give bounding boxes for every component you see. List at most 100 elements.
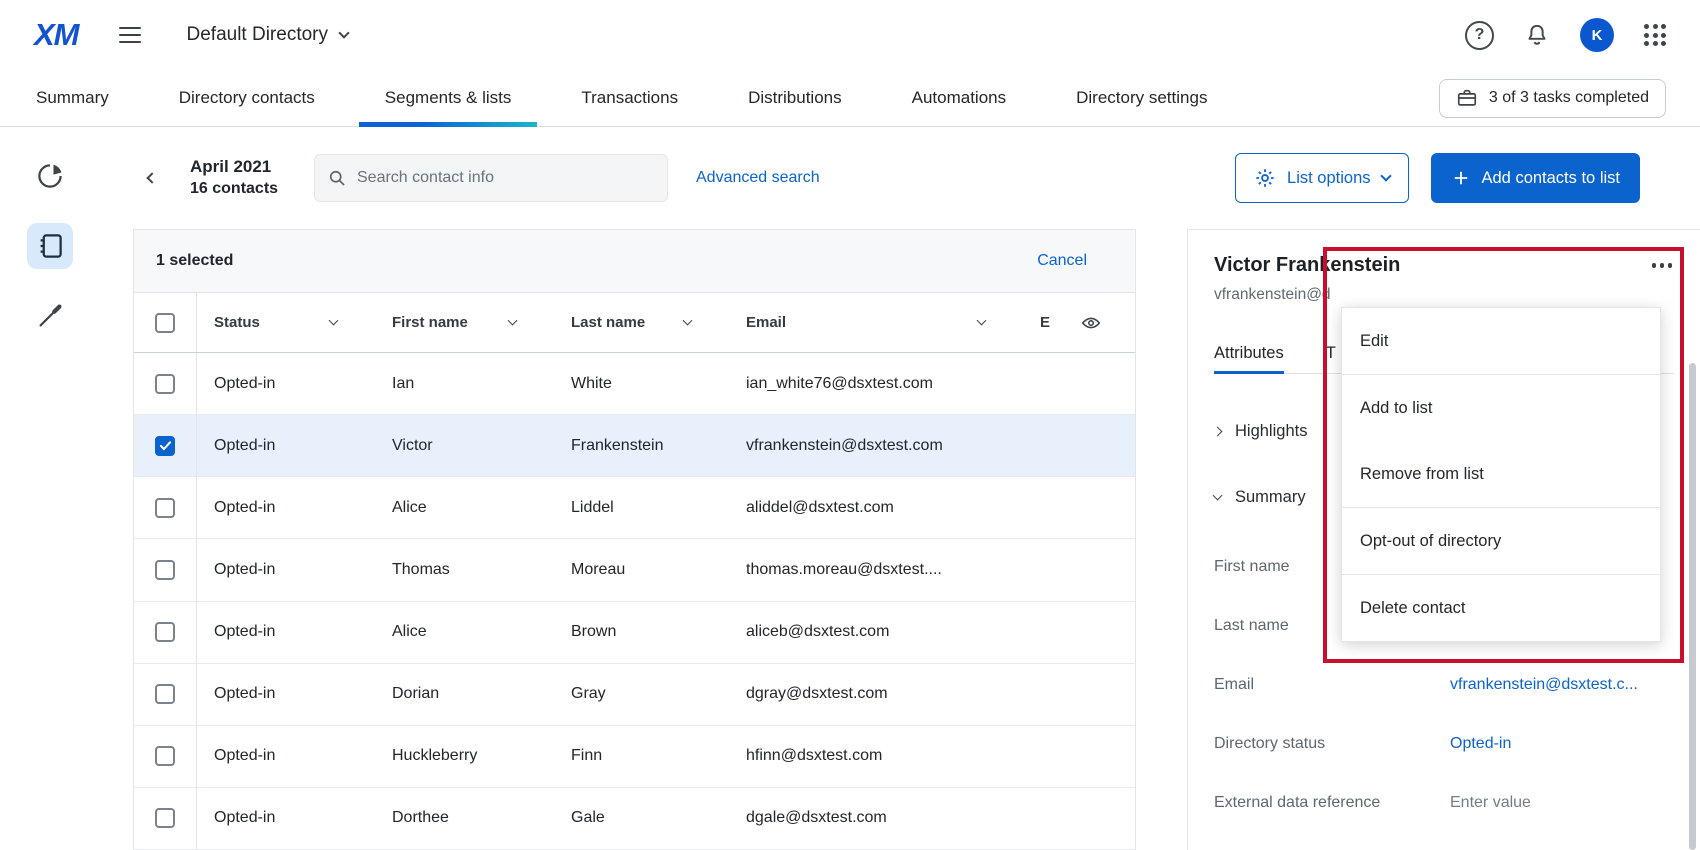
cell-email: aliddel@dsxtest.com [729, 499, 1023, 517]
field-value-placeholder[interactable]: Enter value [1450, 794, 1531, 812]
chevron-down-icon [1380, 170, 1391, 181]
xm-logo[interactable]: XM [34, 17, 79, 53]
back-chevron-icon[interactable] [140, 174, 164, 182]
row-checkbox-checked[interactable] [155, 436, 175, 456]
selected-count: 1 selected [156, 252, 233, 270]
cell-first-name: Thomas [375, 561, 554, 579]
top-app-bar: XM Default Directory ? K [0, 0, 1700, 70]
contact-email: vfrankenstein@d [1214, 286, 1674, 304]
tab-automations[interactable]: Automations [912, 70, 1007, 126]
search-icon [327, 168, 347, 188]
search-input[interactable] [357, 169, 655, 187]
help-icon[interactable]: ? [1465, 21, 1494, 50]
row-checkbox[interactable] [155, 560, 175, 580]
panel-tab-attributes[interactable]: Attributes [1214, 334, 1284, 373]
menu-item-delete-contact[interactable]: Delete contact [1342, 575, 1660, 641]
menu-item-opt-out[interactable]: Opt-out of directory [1342, 508, 1660, 574]
add-contacts-button[interactable]: Add contacts to list [1431, 153, 1641, 203]
panel-tab-truncated[interactable]: T [1326, 334, 1336, 373]
avatar[interactable]: K [1580, 18, 1614, 52]
app-grid-icon[interactable] [1644, 24, 1666, 46]
chevron-down-icon [977, 316, 987, 326]
cell-email: vfrankenstein@dsxtest.com [729, 437, 1023, 455]
cell-last-name: Frankenstein [554, 437, 729, 455]
cell-status: Opted-in [197, 685, 375, 703]
column-header-email[interactable]: Email [729, 293, 1023, 352]
row-checkbox[interactable] [155, 684, 175, 704]
cell-first-name: Dorian [375, 685, 554, 703]
table-row[interactable]: Opted-in Alice Brown aliceb@dsxtest.com [134, 602, 1135, 664]
field-email: Email vfrankenstein@dsxtest.c... [1214, 670, 1674, 700]
select-all-checkbox[interactable] [155, 313, 175, 333]
cell-last-name: White [554, 375, 729, 393]
list-title: April 2021 [190, 156, 290, 178]
briefcase-icon [1456, 87, 1478, 109]
row-checkbox[interactable] [155, 746, 175, 766]
field-directory-status: Directory status Opted-in [1214, 729, 1674, 759]
tab-directory-settings[interactable]: Directory settings [1076, 70, 1207, 126]
hamburger-menu-icon[interactable] [115, 23, 145, 47]
row-checkbox[interactable] [155, 498, 175, 518]
cancel-selection-link[interactable]: Cancel [1037, 252, 1087, 270]
panel-scrollbar[interactable] [1689, 363, 1696, 850]
cell-status: Opted-in [197, 437, 375, 455]
field-value[interactable]: vfrankenstein@dsxtest.c... [1450, 676, 1638, 694]
chevron-down-icon [508, 316, 518, 326]
notifications-bell-icon[interactable] [1524, 22, 1550, 48]
cell-email: dgray@dsxtest.com [729, 685, 1023, 703]
cell-last-name: Gray [554, 685, 729, 703]
table-row[interactable]: Opted-in Dorthee Gale dgale@dsxtest.com [134, 788, 1135, 850]
lists-icon[interactable] [27, 223, 73, 269]
advanced-search-link[interactable]: Advanced search [696, 169, 820, 187]
tab-segments-lists[interactable]: Segments & lists [385, 70, 512, 126]
cell-email: hfinn@dsxtest.com [729, 747, 1023, 765]
toolbar-actions: List options Add contacts to list [1235, 153, 1640, 203]
table-row-selected[interactable]: Opted-in Victor Frankenstein vfrankenste… [134, 415, 1135, 477]
chevron-down-icon [1213, 490, 1223, 500]
table-row[interactable]: Opted-in Huckleberry Finn hfinn@dsxtest.… [134, 726, 1135, 788]
table-row[interactable]: Opted-in Dorian Gray dgray@dsxtest.com [134, 664, 1135, 726]
tasks-completed-button[interactable]: 3 of 3 tasks completed [1439, 79, 1666, 118]
tasks-completed-label: 3 of 3 tasks completed [1489, 89, 1649, 107]
tab-distributions[interactable]: Distributions [748, 70, 842, 126]
column-header-status[interactable]: Status [197, 293, 375, 352]
list-options-button[interactable]: List options [1235, 153, 1408, 203]
contact-count: 16 contacts [190, 178, 290, 200]
plus-icon [1451, 168, 1471, 188]
field-external-data-reference: External data reference Enter value [1214, 788, 1674, 818]
directory-selector[interactable]: Default Directory [187, 24, 349, 46]
column-header-external[interactable]: E [1023, 293, 1135, 352]
cell-email: ian_white76@dsxtest.com [729, 375, 1023, 393]
cell-email: aliceb@dsxtest.com [729, 623, 1023, 641]
tab-summary[interactable]: Summary [36, 70, 109, 126]
table-row[interactable]: Opted-in Ian White ian_white76@dsxtest.c… [134, 353, 1135, 415]
add-contacts-label: Add contacts to list [1482, 169, 1621, 188]
column-visibility-icon[interactable] [1080, 312, 1102, 334]
menu-item-add-to-list[interactable]: Add to list [1342, 375, 1660, 441]
cell-first-name: Ian [375, 375, 554, 393]
chevron-down-icon [338, 27, 349, 38]
tab-transactions[interactable]: Transactions [581, 70, 678, 126]
row-checkbox[interactable] [155, 374, 175, 394]
cell-status: Opted-in [197, 623, 375, 641]
segments-chart-icon[interactable] [27, 153, 73, 199]
field-value[interactable]: Opted-in [1450, 735, 1511, 753]
directory-nav: Summary Directory contacts Segments & li… [0, 70, 1700, 127]
directory-name: Default Directory [187, 24, 329, 46]
menu-item-edit[interactable]: Edit [1342, 308, 1660, 374]
chevron-right-icon [1213, 426, 1223, 436]
tab-directory-contacts[interactable]: Directory contacts [179, 70, 315, 126]
table-row[interactable]: Opted-in Thomas Moreau thomas.moreau@dsx… [134, 539, 1135, 601]
column-header-last-name[interactable]: Last name [554, 293, 729, 352]
table-row[interactable]: Opted-in Alice Liddel aliddel@dsxtest.co… [134, 477, 1135, 539]
list-toolbar: April 2021 16 contacts Advanced search L… [100, 127, 1700, 229]
column-header-first-name[interactable]: First name [375, 293, 554, 352]
more-options-icon[interactable] [1650, 257, 1675, 274]
cell-email: dgale@dsxtest.com [729, 809, 1023, 827]
row-checkbox[interactable] [155, 808, 175, 828]
tools-wand-icon[interactable] [27, 293, 73, 339]
chevron-down-icon [329, 316, 339, 326]
cell-last-name: Brown [554, 623, 729, 641]
menu-item-remove-from-list[interactable]: Remove from list [1342, 441, 1660, 507]
row-checkbox[interactable] [155, 622, 175, 642]
